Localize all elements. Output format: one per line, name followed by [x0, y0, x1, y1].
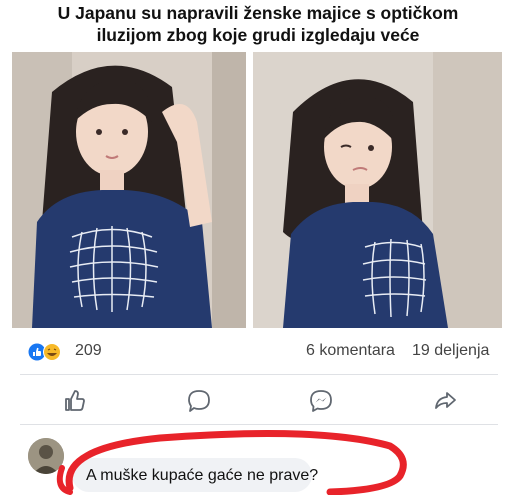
divider-top	[20, 374, 498, 375]
post-photo-left[interactable]	[12, 52, 246, 328]
photo-right-illustration	[253, 52, 502, 328]
like-icon[interactable]	[60, 386, 90, 416]
reaction-icons[interactable]	[28, 343, 70, 361]
post-headline: U Japanu su napravili ženske majice s op…	[0, 0, 516, 54]
haha-reaction-icon	[43, 343, 61, 361]
post-actions	[0, 382, 516, 422]
reaction-count[interactable]: 209	[75, 342, 102, 360]
headline-line-1: U Japanu su napravili ženske majice s op…	[57, 3, 459, 23]
post-photo-right[interactable]	[253, 52, 502, 328]
photo-left-illustration	[12, 52, 246, 328]
comment-text: A muške kupaće gaće ne prave?	[86, 467, 319, 484]
share-icon[interactable]	[430, 386, 460, 416]
messenger-icon[interactable]	[306, 386, 336, 416]
reactions-bar: 209 6 komentara 19 deljenja	[0, 335, 516, 367]
shares-count[interactable]: 19 deljenja	[412, 342, 489, 360]
headline-line-2: iluzijom zbog koje grudi izgledaju veće	[96, 25, 420, 45]
comment-icon[interactable]	[184, 386, 214, 416]
divider-bottom	[20, 424, 498, 425]
comment-item: A muške kupaće gaće ne prave?	[0, 428, 516, 495]
comments-count[interactable]: 6 komentara	[306, 342, 395, 360]
